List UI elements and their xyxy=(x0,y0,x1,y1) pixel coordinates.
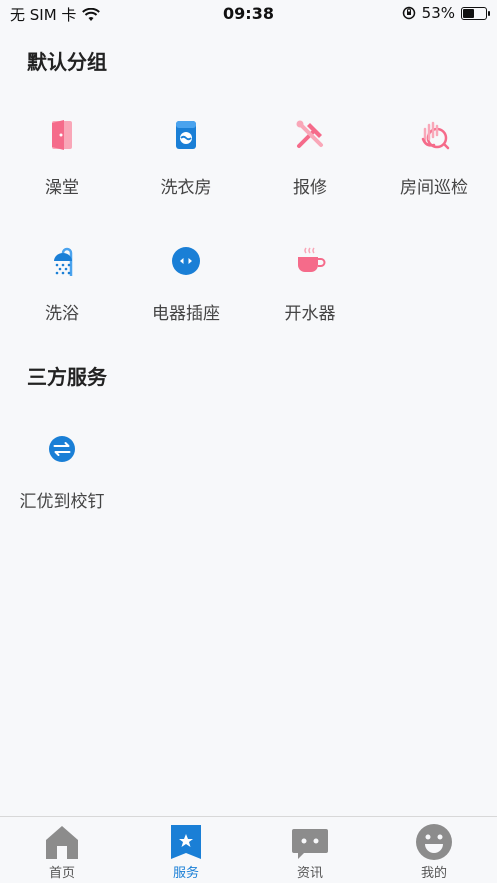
service-item-room-inspection[interactable]: 房间巡检 xyxy=(372,117,496,198)
home-icon xyxy=(46,826,78,859)
service-item-label: 汇优到校钉 xyxy=(19,492,105,512)
tab-news[interactable]: 资讯 xyxy=(248,823,372,881)
inspection-hand-icon xyxy=(421,121,450,150)
tab-mine[interactable]: 我的 xyxy=(372,823,496,881)
repair-tools-icon xyxy=(296,120,323,148)
smiley-icon xyxy=(416,824,452,860)
battery-percent: 53% xyxy=(421,4,455,22)
service-item-repair[interactable]: 报修 xyxy=(248,117,372,198)
service-item-label: 洗衣房 xyxy=(160,178,212,198)
battery-icon xyxy=(461,6,490,20)
tab-label: 服务 xyxy=(172,866,199,881)
washing-machine-icon xyxy=(176,121,196,149)
service-item-shower[interactable]: 洗浴 xyxy=(0,243,124,324)
tab-label: 首页 xyxy=(48,866,75,881)
door-icon xyxy=(52,120,72,150)
service-item-electric-socket[interactable]: 电器插座 xyxy=(124,243,248,324)
service-item-bathhouse[interactable]: 澡堂 xyxy=(0,117,124,198)
tab-service[interactable]: 服务 xyxy=(124,823,248,881)
tab-label: 资讯 xyxy=(296,866,323,881)
service-item-water-heater[interactable]: 开水器 xyxy=(248,243,372,324)
tab-home[interactable]: 首页 xyxy=(0,823,124,881)
chat-bubble-icon xyxy=(292,829,328,859)
service-item-huiyou[interactable]: 汇优到校钉 xyxy=(0,431,124,512)
service-bookmark-icon xyxy=(171,825,201,859)
exchange-icon xyxy=(49,436,75,462)
section-title-third-party: 三方服务 xyxy=(27,365,107,389)
status-right: 53% xyxy=(402,4,490,22)
service-item-label: 报修 xyxy=(293,178,327,198)
shower-icon xyxy=(54,247,73,276)
battery-level xyxy=(463,8,474,18)
orientation-lock-icon xyxy=(402,6,415,20)
tab-bar: 首页 服务 资讯 我的 xyxy=(0,816,497,883)
service-item-label: 澡堂 xyxy=(45,178,79,198)
tab-label: 我的 xyxy=(420,866,447,881)
service-item-label: 洗浴 xyxy=(45,304,79,324)
service-item-label: 电器插座 xyxy=(152,304,220,324)
section-title-default-group: 默认分组 xyxy=(27,50,107,74)
service-item-label: 开水器 xyxy=(284,304,336,324)
status-bar: 无 SIM 卡 09:38 53% xyxy=(0,0,497,28)
teacup-icon xyxy=(298,247,326,272)
service-item-label: 房间巡检 xyxy=(400,178,468,198)
socket-icon xyxy=(172,247,200,275)
service-item-laundry[interactable]: 洗衣房 xyxy=(124,117,248,198)
